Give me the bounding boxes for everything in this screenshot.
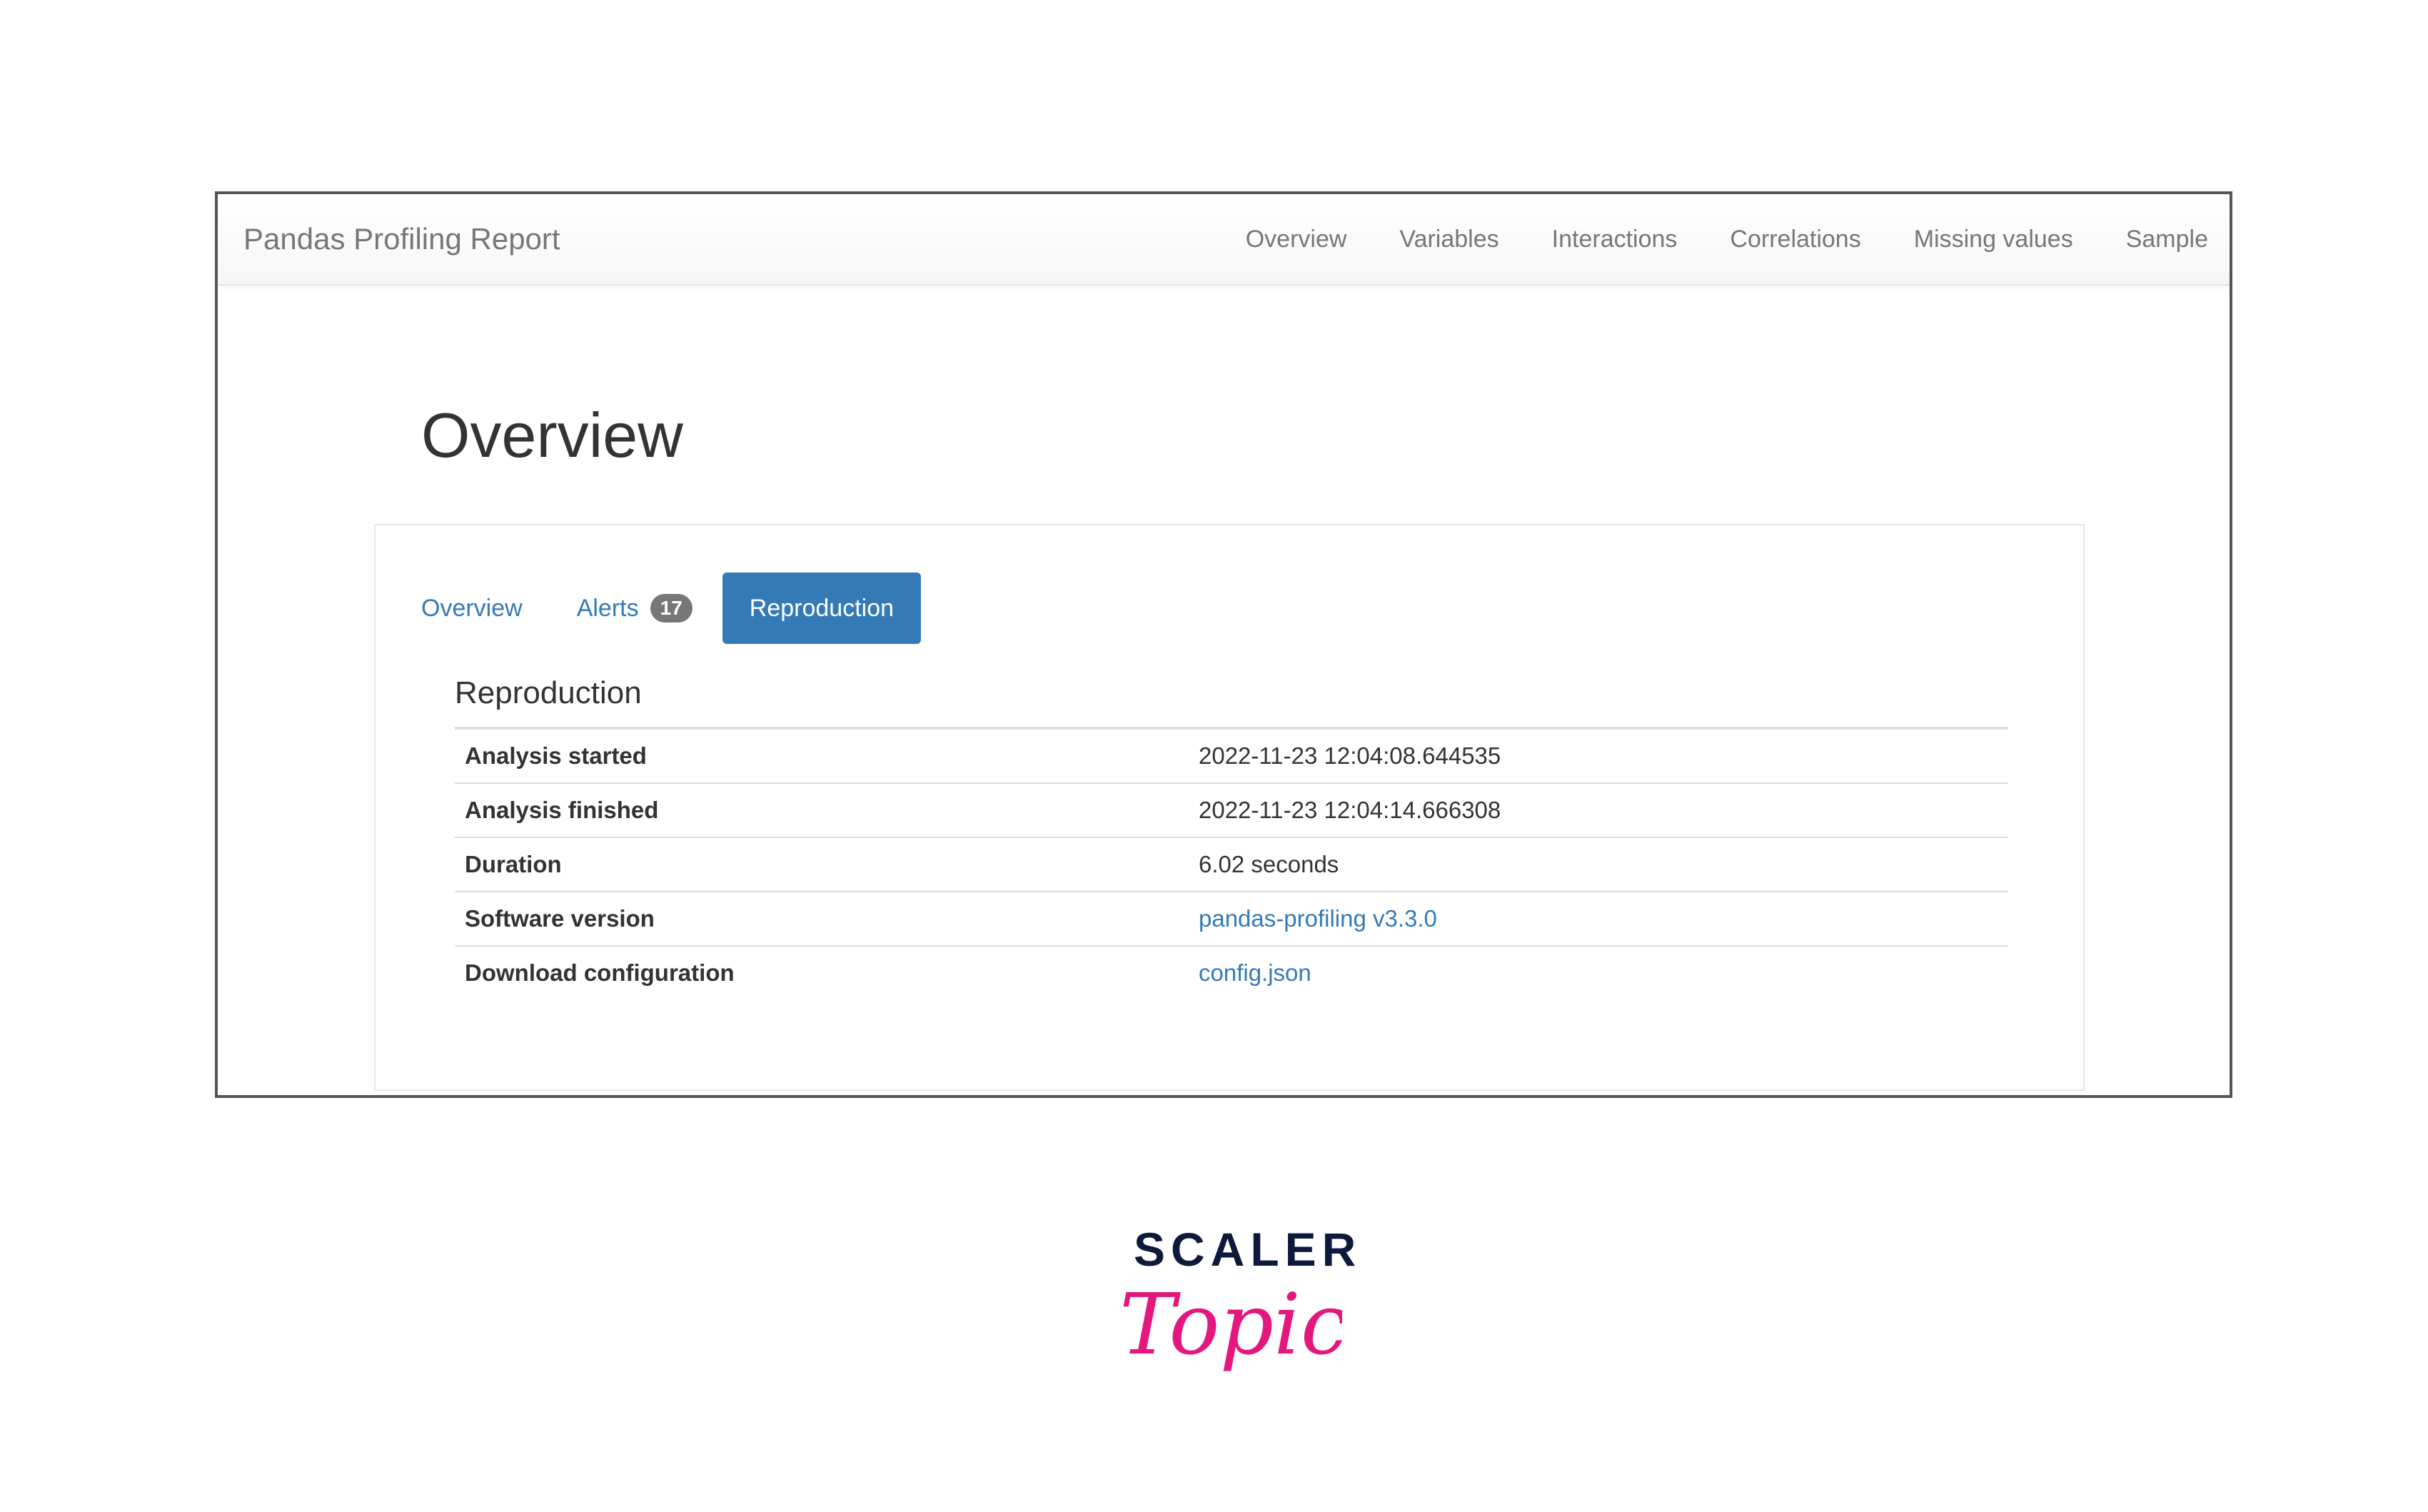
nav-item-missing-values[interactable]: Missing values: [1914, 226, 2073, 253]
table-row: Analysis finished 2022-11-23 12:04:14.66…: [455, 783, 2008, 838]
row-label: Duration: [455, 837, 1189, 892]
row-value-cell: pandas-profiling v3.3.0: [1189, 892, 2008, 947]
row-value: 2022-11-23 12:04:08.644535: [1189, 728, 2008, 784]
scaler-topics-logo: SCALER Topics: [1114, 1222, 1356, 1401]
navbar-brand[interactable]: Pandas Profiling Report: [243, 194, 560, 284]
config-download-link[interactable]: config.json: [1199, 959, 1311, 986]
tab-overview-label: Overview: [421, 595, 523, 622]
overview-panel: Overview Alerts 17 Reproduction Reproduc…: [374, 524, 2085, 1091]
logo-script-topics: Topics: [1119, 1275, 1342, 1374]
row-label: Analysis started: [455, 728, 1189, 784]
nav-item-interactions[interactable]: Interactions: [1552, 226, 1678, 253]
page-title: Overview: [421, 400, 683, 470]
svg-text:Topics: Topics: [1119, 1275, 1342, 1374]
nav-item-variables[interactable]: Variables: [1399, 226, 1498, 253]
table-row: Download configuration config.json: [455, 946, 2008, 999]
nav-item-correlations[interactable]: Correlations: [1730, 226, 1860, 253]
section-title: Reproduction: [455, 675, 642, 710]
nav-item-sample[interactable]: Sample: [2126, 226, 2208, 253]
table-row: Analysis started 2022-11-23 12:04:08.644…: [455, 728, 2008, 784]
row-label: Analysis finished: [455, 783, 1189, 838]
tab-alerts[interactable]: Alerts 17: [550, 573, 720, 644]
top-navbar: Pandas Profiling Report Overview Variabl…: [218, 194, 2230, 286]
table-row: Software version pandas-profiling v3.3.0: [455, 892, 2008, 947]
tab-reproduction[interactable]: Reproduction: [722, 573, 922, 644]
overview-tabs: Overview Alerts 17 Reproduction: [421, 573, 922, 644]
reproduction-table: Analysis started 2022-11-23 12:04:08.644…: [455, 727, 2008, 999]
navbar-menu: Overview Variables Interactions Correlat…: [1246, 194, 2208, 284]
software-version-link[interactable]: pandas-profiling v3.3.0: [1199, 905, 1437, 932]
nav-item-overview[interactable]: Overview: [1246, 226, 1347, 253]
row-value: 2022-11-23 12:04:14.666308: [1189, 783, 2008, 838]
row-label: Download configuration: [465, 959, 735, 986]
row-value: 6.02 seconds: [1189, 837, 2008, 892]
tab-reproduction-label: Reproduction: [749, 595, 895, 622]
row-value-cell: config.json: [1189, 946, 2008, 999]
tab-alerts-label: Alerts: [576, 595, 639, 622]
row-label: Software version: [455, 892, 1189, 947]
report-window: Pandas Profiling Report Overview Variabl…: [215, 191, 2232, 1098]
table-row: Duration 6.02 seconds: [455, 837, 2008, 892]
alerts-count-badge: 17: [650, 594, 692, 623]
tab-overview[interactable]: Overview: [421, 573, 550, 644]
